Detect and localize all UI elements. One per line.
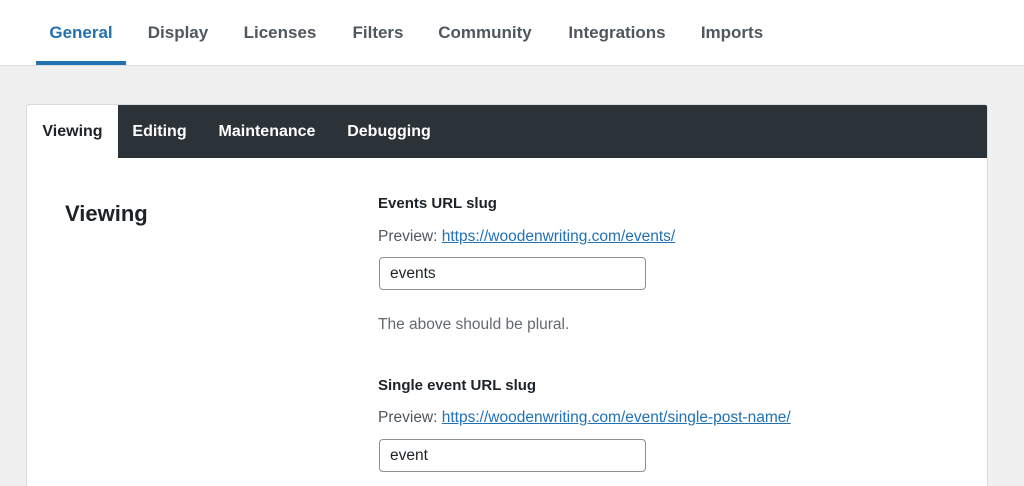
single-event-slug-label: Single event URL slug xyxy=(378,377,537,394)
subtab-maintenance[interactable]: Maintenance xyxy=(205,105,329,158)
sub-tab-bar: Viewing Editing Maintenance Debugging xyxy=(27,105,987,158)
events-slug-help: The above should be plural. xyxy=(378,316,570,333)
subtab-viewing[interactable]: Viewing xyxy=(27,105,118,158)
settings-panel: Viewing Editing Maintenance Debugging Vi… xyxy=(26,104,988,486)
section-title: Viewing xyxy=(65,201,148,226)
events-slug-label: Events URL slug xyxy=(378,195,497,212)
subtab-editing[interactable]: Editing xyxy=(118,105,201,158)
tab-community[interactable]: Community xyxy=(432,0,538,65)
single-event-preview-link[interactable]: https://woodenwriting.com/event/single-p… xyxy=(442,409,791,426)
events-slug-input[interactable] xyxy=(379,257,646,290)
settings-tab-bar: General Display Licenses Filters Communi… xyxy=(0,0,1024,66)
tab-integrations[interactable]: Integrations xyxy=(562,0,672,65)
events-preview-link[interactable]: https://woodenwriting.com/events/ xyxy=(442,228,675,245)
tab-imports[interactable]: Imports xyxy=(694,0,770,65)
preview-prefix: Preview: xyxy=(378,228,438,245)
tab-licenses[interactable]: Licenses xyxy=(238,0,322,65)
tab-display[interactable]: Display xyxy=(142,0,214,65)
tab-filters[interactable]: Filters xyxy=(346,0,410,65)
single-event-slug-input[interactable] xyxy=(379,439,646,472)
tab-general[interactable]: General xyxy=(36,0,126,65)
subtab-debugging[interactable]: Debugging xyxy=(337,105,441,158)
preview-prefix: Preview: xyxy=(378,409,438,426)
single-event-slug-preview: Preview: https://woodenwriting.com/event… xyxy=(378,409,791,427)
events-slug-preview: Preview: https://woodenwriting.com/event… xyxy=(378,228,675,246)
